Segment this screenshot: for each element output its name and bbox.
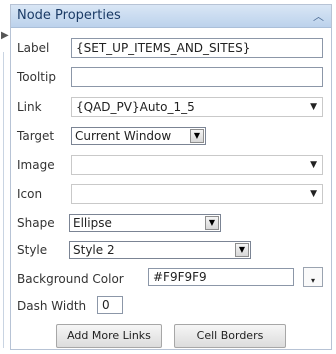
shape-field-label: Shape: [17, 216, 55, 230]
dropdown-arrow-icon[interactable]: ▼: [190, 129, 204, 143]
dash-width-value: 0: [102, 298, 110, 312]
tooltip-field-label: Tooltip: [17, 70, 56, 84]
chevron-down-icon[interactable]: ▼: [310, 156, 317, 174]
dash-width-field-label: Dash Width: [17, 299, 87, 313]
icon-combobox[interactable]: ▼: [71, 184, 323, 204]
image-field-label: Image: [17, 158, 55, 172]
link-combobox-value: {QAD_PV}Auto_1_5: [76, 100, 195, 114]
label-input-value: {SET_UP_ITEMS_AND_SITES}: [76, 41, 251, 55]
icon-field-label: Icon: [17, 187, 43, 201]
dash-width-input[interactable]: 0: [97, 296, 123, 314]
style-select[interactable]: Style 2 ▼: [69, 241, 251, 259]
target-select-value: Current Window: [75, 129, 172, 143]
panel-titlebar: Node Properties ︿: [11, 5, 331, 28]
add-more-links-button[interactable]: Add More Links: [56, 324, 162, 348]
label-field-label: Label: [17, 41, 50, 55]
background-color-input[interactable]: #F9F9F9: [148, 268, 294, 286]
edge-resize-icon: ▶: [1, 30, 9, 41]
dropdown-arrow-icon[interactable]: ▼: [205, 216, 219, 230]
target-field-label: Target: [17, 129, 55, 143]
chevron-down-icon[interactable]: ▼: [310, 185, 317, 203]
style-select-value: Style 2: [73, 243, 115, 257]
image-combobox[interactable]: ▼: [71, 155, 323, 175]
chevron-down-icon[interactable]: ▼: [310, 98, 317, 116]
shape-select-value: Ellipse: [73, 216, 112, 230]
tooltip-input[interactable]: [71, 67, 323, 87]
label-input[interactable]: {SET_UP_ITEMS_AND_SITES}: [71, 38, 323, 58]
chevron-up-icon[interactable]: ︿: [313, 8, 324, 24]
color-picker-button[interactable]: ▾: [303, 267, 323, 287]
link-combobox[interactable]: {QAD_PV}Auto_1_5 ▼: [71, 97, 323, 117]
background-color-field-label: Background Color: [17, 272, 124, 286]
shape-select[interactable]: Ellipse ▼: [69, 214, 221, 232]
panel-title: Node Properties: [17, 8, 121, 23]
cell-borders-button[interactable]: Cell Borders: [174, 324, 286, 348]
dropdown-arrow-icon[interactable]: ▼: [235, 243, 249, 257]
background-color-value: #F9F9F9: [153, 270, 207, 284]
edge-divider: [3, 52, 4, 348]
style-field-label: Style: [17, 243, 48, 257]
node-properties-panel: Node Properties ︿ Label {SET_UP_ITEMS_AN…: [10, 4, 332, 350]
target-select[interactable]: Current Window ▼: [71, 127, 206, 145]
color-picker-icon: ▾: [310, 276, 315, 285]
link-field-label: Link: [17, 100, 42, 114]
